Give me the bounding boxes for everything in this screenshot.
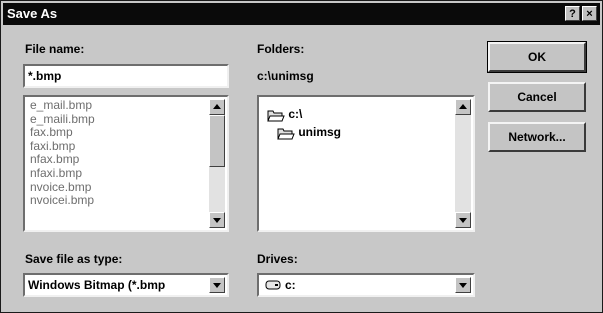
ok-button[interactable]: OK	[487, 41, 587, 73]
list-item[interactable]: fax.bmp	[27, 126, 95, 140]
list-item[interactable]: nfax.bmp	[27, 153, 95, 167]
folders-label: Folders:	[257, 42, 305, 56]
window-title: Save As	[7, 6, 58, 21]
drive-value: c:	[285, 278, 296, 292]
dropdown-arrow-icon[interactable]	[455, 277, 471, 293]
open-folder-icon	[267, 110, 285, 122]
list-item[interactable]: e_mail.bmp	[27, 98, 95, 113]
scroll-up-arrow-icon[interactable]	[209, 99, 225, 115]
file-name-input[interactable]: *.bmp	[23, 64, 229, 88]
help-icon[interactable]: ?	[565, 6, 580, 21]
tree-item-root[interactable]: c:\	[267, 107, 302, 122]
list-item[interactable]: e_maili.bmp	[27, 112, 95, 127]
scroll-down-arrow-icon[interactable]	[209, 212, 225, 228]
tree-item-label: unimsg	[298, 125, 342, 139]
tree-item-unimsg[interactable]: unimsg	[277, 125, 341, 140]
open-folder-icon	[277, 128, 295, 140]
file-list-scrollbar[interactable]	[209, 99, 225, 228]
save-type-label: Save file as type:	[25, 252, 123, 266]
file-name-value: *.bmp	[28, 69, 62, 83]
drives-label: Drives:	[257, 252, 298, 266]
list-item[interactable]: nvoice.bmp	[27, 180, 95, 195]
save-type-select[interactable]: Windows Bitmap (*.bmp	[23, 273, 229, 297]
save-type-value: Windows Bitmap (*.bmp	[28, 278, 166, 292]
close-icon[interactable]: ×	[582, 6, 597, 21]
list-item[interactable]: nvoicei.bmp	[27, 194, 95, 208]
dropdown-arrow-icon[interactable]	[209, 277, 225, 293]
network-button[interactable]: Network...	[488, 122, 586, 152]
tree-item-label: c:\	[288, 107, 303, 121]
list-item[interactable]: nfaxi.bmp	[27, 166, 95, 181]
folder-tree[interactable]: c:\ unimsg	[257, 95, 475, 232]
file-name-label: File name:	[25, 42, 85, 56]
scroll-down-arrow-icon[interactable]	[455, 212, 471, 228]
current-path: c:\unimsg	[257, 69, 314, 83]
list-item[interactable]: faxi.bmp	[27, 139, 95, 154]
hard-drive-icon	[265, 280, 281, 290]
title-bar: Save As ? ×	[3, 3, 600, 25]
file-list[interactable]: e_mail.bmp e_maili.bmp fax.bmp faxi.bmp …	[23, 95, 229, 232]
folder-tree-scrollbar[interactable]	[455, 99, 471, 228]
cancel-button[interactable]: Cancel	[488, 82, 586, 112]
drives-select[interactable]: c:	[257, 273, 475, 297]
scroll-up-arrow-icon[interactable]	[455, 99, 471, 115]
save-as-dialog: Save As ? × File name: *.bmp e_mail.bmp …	[0, 0, 603, 313]
scroll-thumb[interactable]	[209, 115, 225, 167]
